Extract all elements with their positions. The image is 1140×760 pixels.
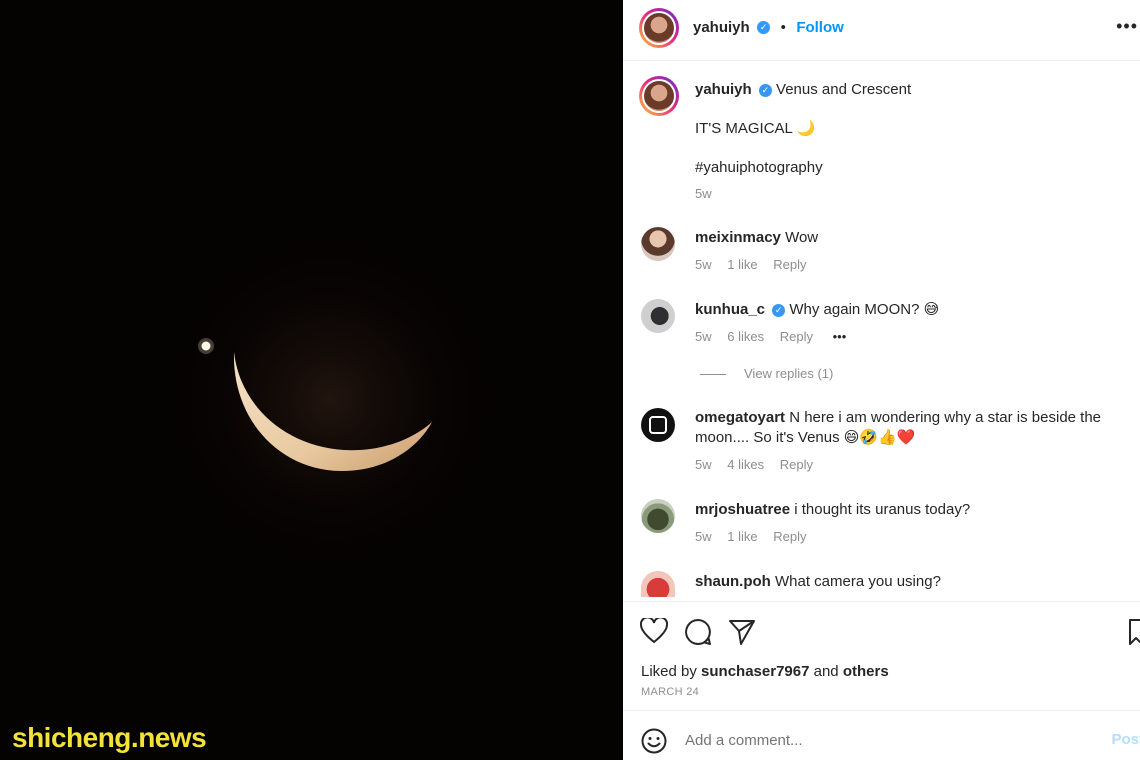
avatar[interactable] [641,408,675,442]
comment-body: i thought its uranus today? [794,501,971,518]
watermark: shicheng.news [12,722,207,753]
comment-meta: 5w 4 likes Reply [695,457,825,472]
comment-meta: 5w 1 like Reply [695,257,818,272]
post-side-panel: yahuiyh ✓ • Follow ••• yahuiyh ✓ Venus a… [623,0,1140,760]
comment-username[interactable]: kunhua_c [695,301,765,318]
likes-summary: Liked by sunchaser7967 and others [641,663,889,680]
comment-text: shaun.poh What camera you using? [695,572,941,592]
verified-icon: ✓ [772,303,786,317]
comment-body: What camera you using? [775,573,941,590]
post-actions: Liked by sunchaser7967 and others MARCH … [623,601,1140,710]
caption-title: Venus and Crescent [776,81,912,98]
reply-button[interactable]: Reply [773,529,806,544]
author-username[interactable]: yahuiyh [693,19,750,36]
comment-likes[interactable]: 1 like [727,257,757,272]
post-header: yahuiyh ✓ • Follow ••• [623,0,1140,61]
comment-body: Why again MOON? 😅 [789,301,940,318]
caption-time: 5w [695,186,712,201]
comment-text: meixinmacy Wow [695,228,818,248]
more-icon[interactable]: ••• [1116,16,1138,37]
likes-others[interactable]: others [843,663,889,680]
comment-meta: 5w 1 like Reply [695,529,818,544]
caption-line: IT'S MAGICAL 🌙 [695,120,816,137]
caption-username[interactable]: yahuiyh [695,81,752,98]
caption-avatar[interactable] [639,76,679,116]
comment-username[interactable]: omegatoyart [695,409,785,426]
likes-prefix: Liked by [641,663,697,680]
avatar[interactable] [641,299,675,333]
bookmark-icon[interactable] [1128,618,1140,646]
comment-more-icon[interactable]: ••• [833,329,847,344]
comment-time: 5w [695,329,712,344]
comment-username[interactable]: meixinmacy [695,229,781,246]
divider-line [700,374,726,376]
comment-time: 5w [695,529,712,544]
comment-body: Wow [785,229,819,246]
comment-text: kunhua_c ✓ Why again MOON? 😅 [695,300,939,320]
moon-venus-image [160,230,500,570]
comment-time: 5w [695,457,712,472]
view-replies-button[interactable]: View replies (1) [700,366,833,381]
avatar[interactable] [641,227,675,261]
comment-likes[interactable]: 6 likes [727,329,764,344]
caption-header: yahuiyh ✓ Venus and Crescent [695,80,911,100]
avatar[interactable] [641,571,675,597]
comment-username[interactable]: shaun.poh [695,573,771,590]
post-photo[interactable]: shicheng.news [0,0,623,760]
reply-button[interactable]: Reply [780,329,813,344]
add-comment-bar: Post [623,710,1140,760]
likes-connector: and [813,663,839,680]
emoji-icon[interactable] [641,728,667,754]
comment-time: 5w [695,257,712,272]
comment-input[interactable] [683,731,1067,750]
comment-text: omegatoyart N here i am wondering why a … [695,408,1115,428]
comment-body: N here i am wondering why a star is besi… [789,409,1102,426]
caption-hashtag[interactable]: #yahuiphotography [695,158,823,178]
verified-icon: ✓ [757,21,771,35]
likes-user[interactable]: sunchaser7967 [701,663,809,680]
comment-text: mrjoshuatree i thought its uranus today? [695,500,970,520]
verified-icon: ✓ [758,83,772,97]
comment-body-continued: moon.... So it's Venus 😄🤣👍❤️ [695,429,916,446]
comment-username[interactable]: mrjoshuatree [695,501,790,518]
comment-likes[interactable]: 4 likes [727,457,764,472]
view-replies-label: View replies (1) [744,366,834,381]
reply-button[interactable]: Reply [773,257,806,272]
comment-likes[interactable]: 1 like [727,529,757,544]
avatar[interactable] [641,499,675,533]
comment-meta: 5w 6 likes Reply ••• [695,329,858,344]
heart-icon[interactable] [640,618,668,644]
author-avatar[interactable] [639,8,679,48]
share-icon[interactable] [728,618,756,646]
post-comment-button[interactable]: Post [1111,731,1140,748]
comment-icon[interactable] [684,618,712,646]
separator-dot: • [780,19,786,36]
reply-button[interactable]: Reply [780,457,813,472]
follow-button[interactable]: Follow [796,19,844,36]
post-date: MARCH 24 [641,686,700,698]
